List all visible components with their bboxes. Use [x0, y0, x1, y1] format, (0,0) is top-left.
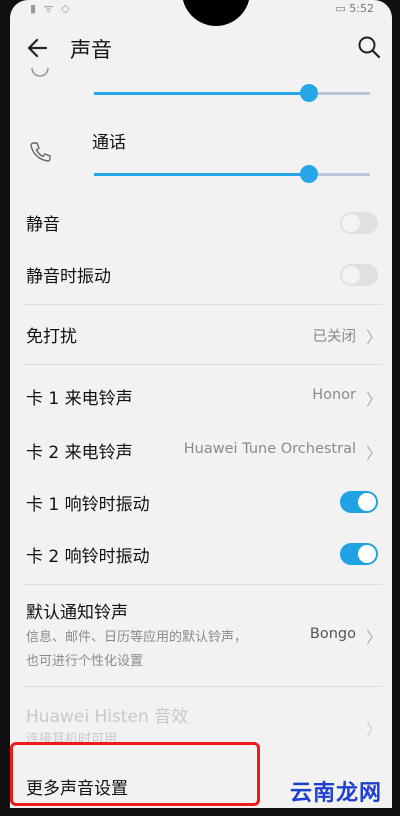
chevron-right-icon: 〉 — [365, 720, 382, 739]
divider — [24, 304, 382, 305]
call-volume-fill — [94, 173, 310, 176]
toggle-knob — [358, 493, 376, 511]
signal-icons: ▮ ᯤ ◇ — [30, 2, 72, 15]
chevron-right-icon: 〉 — [365, 444, 382, 463]
search-icon[interactable] — [356, 34, 382, 60]
card2-vibrate-label: 卡 2 响铃时振动 — [26, 547, 150, 567]
card1-ringtone-value: Honor — [312, 387, 356, 403]
mute-label: 静音 — [26, 215, 60, 235]
notify-ringtone-row[interactable]: 默认通知铃声 信息、邮件、日历等应用的默认铃声， 也可进行个性化设置 Bongo… — [10, 592, 392, 682]
watermark: 云南龙网 — [289, 781, 382, 806]
app-bar: 声音 — [10, 22, 392, 74]
media-volume-slider[interactable] — [94, 84, 370, 102]
card1-vibrate-label: 卡 1 响铃时振动 — [26, 495, 150, 515]
toggle-knob — [342, 214, 360, 232]
dnd-label: 免打扰 — [26, 327, 77, 347]
clock-icon — [31, 67, 49, 77]
media-volume-fill — [94, 92, 310, 95]
notify-ringtone-value: Bongo — [309, 626, 356, 642]
card2-vibrate-toggle[interactable] — [340, 543, 378, 565]
card1-vibrate-toggle[interactable] — [340, 491, 378, 513]
battery-icon: ▭ — [335, 2, 346, 15]
card2-ringtone-row[interactable]: 卡 2 来电铃声 Huawei Tune Orchestral 〉 — [10, 426, 392, 476]
status-time: ▭ 5:52 — [335, 2, 374, 15]
dnd-row[interactable]: 免打扰 已关闭 〉 — [10, 310, 392, 360]
mute-row[interactable]: 静音 — [10, 198, 392, 248]
chevron-right-icon: 〉 — [365, 390, 382, 409]
media-volume-thumb[interactable] — [300, 84, 319, 102]
notify-ringtone-desc-line1: 信息、邮件、日历等应用的默认铃声， — [26, 630, 248, 645]
histen-row: Huawei Histen 音效 连接耳机时可用 〉 — [10, 694, 392, 747]
back-arrow-icon[interactable] — [24, 34, 52, 62]
dnd-value: 已关闭 — [312, 329, 357, 345]
highlight-box — [10, 742, 260, 806]
settings-screen: ▮ ᯤ ◇ ▭ 5:52 声音 通话 静音 静音时振动 免打扰 已关闭 〉 卡 … — [10, 0, 392, 816]
page-title: 声音 — [70, 38, 112, 62]
histen-label: Huawei Histen 音效 — [26, 707, 189, 727]
chevron-right-icon: 〉 — [365, 328, 382, 347]
divider — [24, 364, 382, 365]
status-bar: ▮ ᯤ ◇ ▭ 5:52 — [10, 0, 392, 26]
divider — [24, 584, 382, 585]
call-volume-slider[interactable] — [94, 165, 370, 183]
chevron-right-icon: 〉 — [365, 628, 382, 647]
notify-ringtone-label: 默认通知铃声 — [26, 603, 128, 623]
card1-vibrate-row[interactable]: 卡 1 响铃时振动 — [10, 478, 392, 528]
card2-vibrate-row[interactable]: 卡 2 响铃时振动 — [10, 530, 392, 580]
phone-bezel — [0, 808, 400, 816]
vibrate-silent-label: 静音时振动 — [26, 267, 111, 287]
notify-ringtone-desc-line2: 也可进行个性化设置 — [26, 654, 144, 669]
card2-ringtone-label: 卡 2 来电铃声 — [26, 443, 133, 463]
toggle-knob — [342, 266, 360, 284]
call-volume-label: 通话 — [92, 133, 126, 153]
card1-ringtone-label: 卡 1 来电铃声 — [26, 389, 133, 409]
mute-toggle[interactable] — [340, 212, 378, 234]
call-volume-thumb[interactable] — [300, 165, 319, 183]
card2-ringtone-value: Huawei Tune Orchestral — [183, 441, 356, 457]
phone-icon — [30, 142, 51, 162]
divider — [24, 686, 382, 687]
vibrate-silent-toggle[interactable] — [340, 264, 378, 286]
vibrate-silent-row[interactable]: 静音时振动 — [10, 250, 392, 300]
toggle-knob — [358, 545, 376, 563]
card1-ringtone-row[interactable]: 卡 1 来电铃声 Honor 〉 — [10, 372, 392, 422]
